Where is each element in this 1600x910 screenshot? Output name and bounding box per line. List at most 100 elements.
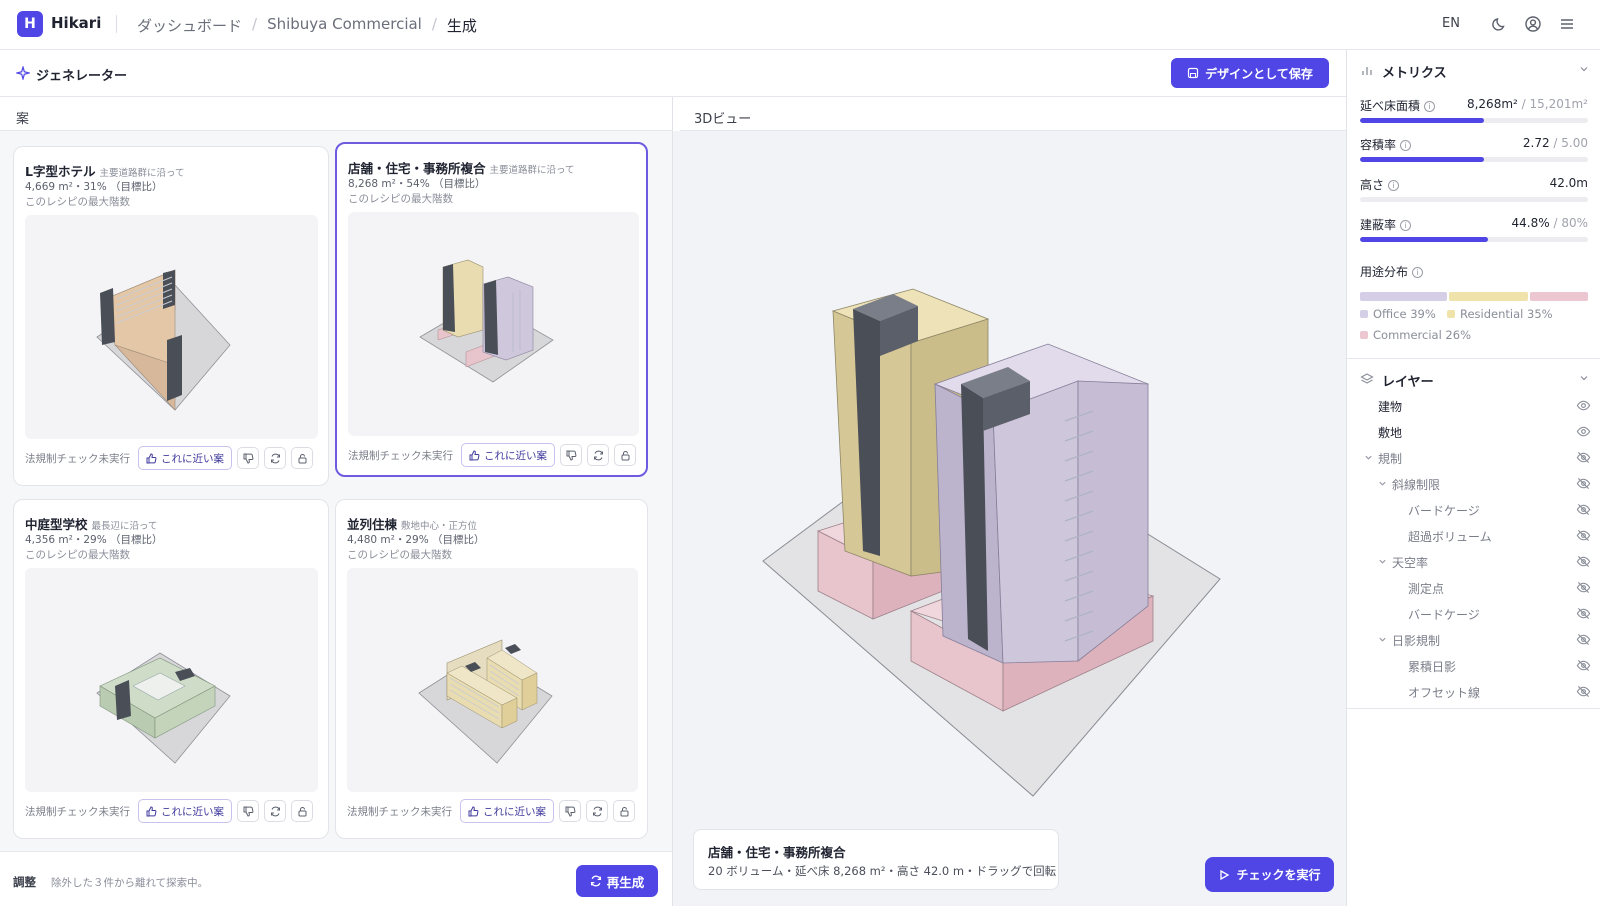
layer-row[interactable]: 測定点: [1347, 577, 1600, 599]
generator-title: ジェネレーター: [36, 69, 128, 84]
layer-row[interactable]: 超過ボリューム: [1347, 525, 1600, 547]
proposal-card-parallel-housing[interactable]: 並列住棟 敷地中心・正方位 4,480 m²・29% （目標比） このレシピの最大…: [335, 499, 648, 839]
eye-off-icon[interactable]: [1576, 658, 1591, 673]
eye-off-icon[interactable]: [1576, 632, 1591, 647]
dislike-button[interactable]: [237, 800, 259, 822]
language-toggle[interactable]: EN: [1442, 16, 1460, 31]
card-thumbnail[interactable]: [348, 212, 639, 436]
similar-button[interactable]: これに近い案: [461, 443, 555, 467]
info-icon[interactable]: i: [1400, 220, 1412, 231]
card-recipe: このレシピの最大階数: [348, 193, 453, 205]
chevron-down-icon[interactable]: [1378, 479, 1387, 488]
generator-header: ジェネレーター: [0, 50, 1346, 97]
card-thumbnail[interactable]: [25, 568, 318, 792]
eye-off-icon[interactable]: [1576, 684, 1591, 699]
thumbs-down-icon: [566, 450, 576, 461]
app-logo[interactable]: H: [17, 11, 43, 37]
lock-button[interactable]: [614, 444, 636, 466]
eye-off-icon[interactable]: [1576, 502, 1591, 517]
top-bar: H Hikari ダッシュボード / Shibuya Commercial / …: [0, 0, 1600, 50]
3d-viewport[interactable]: [673, 131, 1346, 906]
card-thumbnail[interactable]: [25, 215, 318, 439]
breadcrumb-project[interactable]: Shibuya Commercial: [267, 15, 422, 36]
thumbs-down-icon: [243, 453, 253, 464]
menu-icon[interactable]: [1558, 15, 1576, 33]
use-segment-office: [1360, 292, 1448, 301]
refresh-button[interactable]: [587, 444, 609, 466]
card-footer: 法規制チェック未実行 これに近い案: [25, 445, 320, 471]
eye-off-icon[interactable]: [1576, 450, 1591, 465]
dislike-button[interactable]: [237, 447, 259, 469]
proposal-card-courtyard-school[interactable]: 中庭型学校 最長辺に沿って 4,356 m²・29% （目標比） このレシピの最大…: [13, 499, 329, 839]
legend-office: Office 39%: [1360, 307, 1436, 321]
info-icon[interactable]: i: [1424, 101, 1436, 112]
legend-label: Office 39%: [1373, 307, 1436, 321]
layer-row[interactable]: オフセット線: [1347, 681, 1600, 703]
layer-row[interactable]: 天空率: [1347, 551, 1600, 573]
chevron-down-icon[interactable]: [1364, 453, 1373, 462]
layer-row[interactable]: 敷地: [1347, 421, 1600, 443]
lock-button[interactable]: [613, 800, 635, 822]
layers-header[interactable]: レイヤー: [1347, 359, 1600, 399]
card-title: L字型ホテル 主要道路群に沿って: [25, 161, 185, 180]
layer-row[interactable]: 建物: [1347, 395, 1600, 417]
eye-off-icon[interactable]: [1576, 554, 1591, 569]
card-recipe: このレシピの最大階数: [25, 196, 130, 208]
eye-off-icon[interactable]: [1576, 580, 1591, 595]
chevron-down-icon[interactable]: [1378, 557, 1387, 566]
layer-row[interactable]: バードケージ: [1347, 603, 1600, 625]
eye-icon[interactable]: [1576, 424, 1591, 439]
similar-button[interactable]: これに近い案: [138, 446, 232, 470]
metric-far: 容積率 i 2.72 / 5.00: [1360, 136, 1588, 166]
user-icon[interactable]: [1524, 15, 1542, 33]
layer-row[interactable]: 規制: [1347, 447, 1600, 469]
refresh-button[interactable]: [264, 800, 286, 822]
thumbs-up-icon: [146, 805, 157, 816]
breadcrumb-separator: /: [252, 15, 258, 33]
selection-title: 店舗・住宅・事務所複合: [708, 845, 846, 860]
app-name: Hikari: [51, 14, 102, 32]
refresh-icon: [592, 806, 602, 816]
metric-value-text: 2.72: [1522, 136, 1550, 150]
selection-summary: 20 ボリューム・延べ床 8,268 m²・高さ 42.0 m・ドラッグで回転: [708, 864, 1057, 878]
thumbs-up-icon: [469, 449, 480, 460]
layer-row[interactable]: 斜線制限: [1347, 473, 1600, 495]
refresh-button[interactable]: [264, 447, 286, 469]
moon-icon[interactable]: [1491, 15, 1509, 33]
eye-off-icon[interactable]: [1576, 476, 1591, 491]
eye-off-icon[interactable]: [1576, 606, 1591, 621]
run-check-button[interactable]: チェックを実行: [1205, 857, 1334, 892]
thumbs-down-icon: [565, 806, 575, 817]
lock-button[interactable]: [291, 447, 313, 469]
eye-icon[interactable]: [1576, 398, 1591, 413]
refresh-button[interactable]: [586, 800, 608, 822]
regenerate-button[interactable]: 再生成: [576, 865, 658, 897]
proposal-card-mixed-use[interactable]: 店舗・住宅・事務所複合 主要道路群に沿って 8,268 m²・54% （目標比） …: [335, 142, 648, 477]
info-icon[interactable]: i: [1388, 180, 1400, 191]
metrics-header[interactable]: メトリクス: [1347, 50, 1600, 90]
chevron-down-icon[interactable]: [1378, 635, 1387, 644]
save-design-button[interactable]: デザインとして保存: [1171, 58, 1329, 88]
card-thumbnail[interactable]: [347, 568, 638, 792]
card-title: 中庭型学校 最長辺に沿って: [25, 514, 158, 533]
card-title-text: 店舗・住宅・事務所複合: [348, 161, 486, 176]
info-icon[interactable]: i: [1412, 267, 1424, 278]
lock-icon: [620, 806, 628, 816]
dislike-button[interactable]: [560, 444, 582, 466]
dislike-button[interactable]: [559, 800, 581, 822]
metric-value: 8,268m² / 15,201m²: [1467, 97, 1588, 111]
similar-button[interactable]: これに近い案: [138, 799, 232, 823]
layer-row[interactable]: 累積日影: [1347, 655, 1600, 677]
proposal-card-l-hotel[interactable]: L字型ホテル 主要道路群に沿って 4,669 m²・31% （目標比） このレシピ…: [13, 146, 329, 486]
layer-row[interactable]: バードケージ: [1347, 499, 1600, 521]
info-icon[interactable]: i: [1400, 140, 1412, 151]
metric-progress: [1360, 197, 1588, 202]
layer-row[interactable]: 日影規制: [1347, 629, 1600, 651]
lock-button[interactable]: [291, 800, 313, 822]
breadcrumb-dashboard[interactable]: ダッシュボード: [137, 15, 242, 36]
card-title-text: 中庭型学校: [25, 517, 88, 532]
refresh-icon: [270, 806, 280, 816]
layer-label: バードケージ: [1408, 504, 1480, 518]
eye-off-icon[interactable]: [1576, 528, 1591, 543]
similar-button[interactable]: これに近い案: [460, 799, 554, 823]
